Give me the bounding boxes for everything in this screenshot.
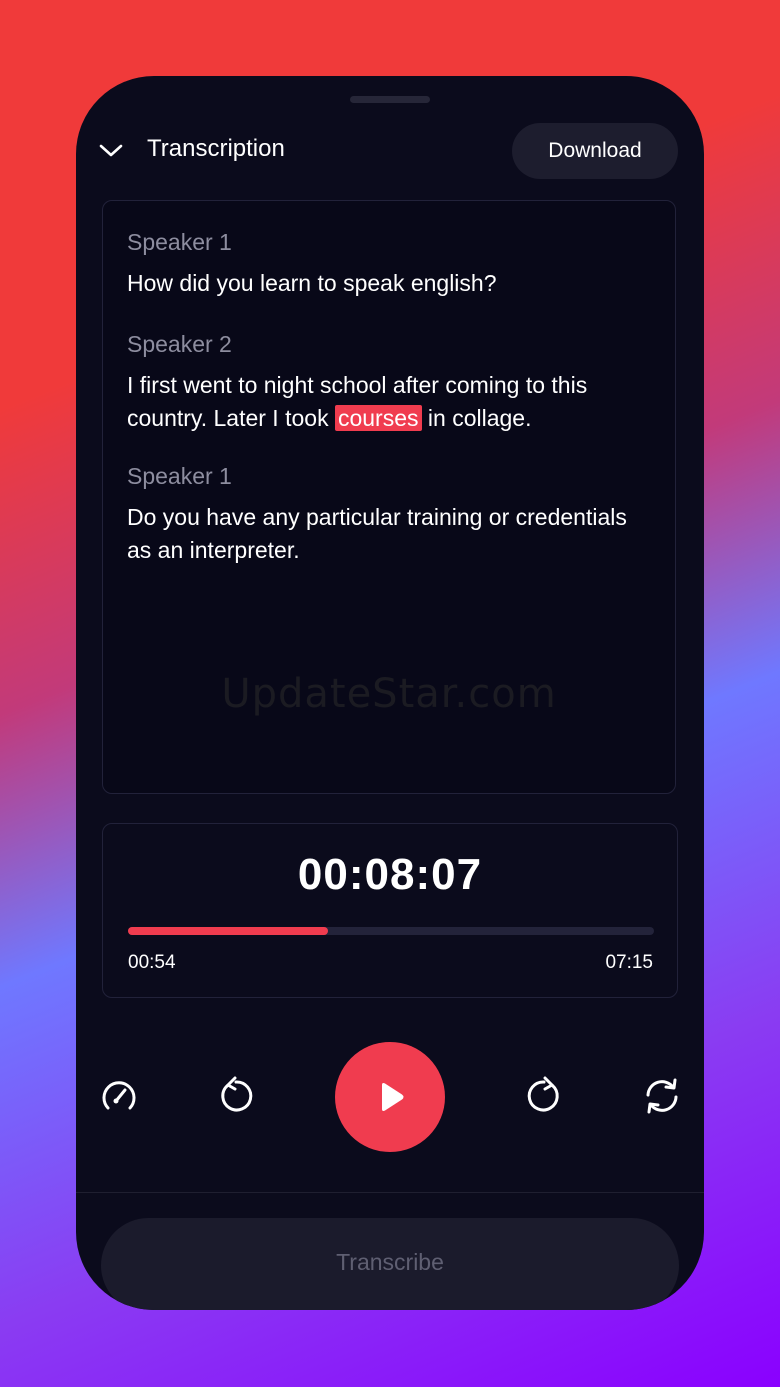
gauge-icon[interactable] — [97, 1074, 141, 1118]
transcript-turn: Speaker 1 How did you learn to speak eng… — [127, 227, 647, 300]
chevron-down-icon[interactable] — [98, 138, 124, 164]
speaker-label: Speaker 2 — [127, 331, 232, 357]
highlighted-word[interactable]: courses — [334, 405, 422, 431]
rewind-icon[interactable] — [214, 1074, 258, 1118]
watermark: UpdateStar.com — [221, 671, 557, 717]
timer-display: 00:08:07 — [297, 850, 483, 899]
sheet-grabber[interactable] — [350, 96, 430, 103]
speaker-label: Speaker 1 — [127, 229, 232, 255]
app-sheet: Transcription Download Speaker 1 How did… — [76, 76, 704, 1310]
repeat-icon[interactable] — [640, 1074, 684, 1118]
elapsed-time: 00:54 — [128, 952, 176, 973]
forward-icon[interactable] — [522, 1074, 566, 1118]
download-button[interactable]: Download — [512, 123, 678, 179]
play-button[interactable] — [335, 1042, 445, 1152]
utterance-text: I first went to night school after comin… — [127, 369, 647, 435]
page-title: Transcription — [147, 135, 285, 162]
transcript-panel: Speaker 1 How did you learn to speak eng… — [102, 200, 676, 794]
utterance-text: Do you have any particular training or c… — [127, 504, 627, 563]
transcribe-button[interactable]: Transcribe — [101, 1218, 679, 1310]
transcript-turn: Speaker 1 Do you have any particular tra… — [127, 461, 647, 567]
utterance-text: How did you learn to speak english? — [127, 270, 497, 296]
utterance-segment: in collage. — [421, 405, 532, 431]
progress-track[interactable] — [128, 927, 654, 935]
progress-fill — [128, 927, 328, 935]
transcript-turn: Speaker 2 I first went to night school a… — [127, 329, 647, 435]
footer-divider — [76, 1192, 704, 1193]
player-panel: 00:08:07 00:54 07:15 — [102, 823, 678, 998]
speaker-label: Speaker 1 — [127, 463, 232, 489]
total-duration: 07:15 — [605, 952, 653, 973]
play-icon — [382, 1083, 404, 1111]
